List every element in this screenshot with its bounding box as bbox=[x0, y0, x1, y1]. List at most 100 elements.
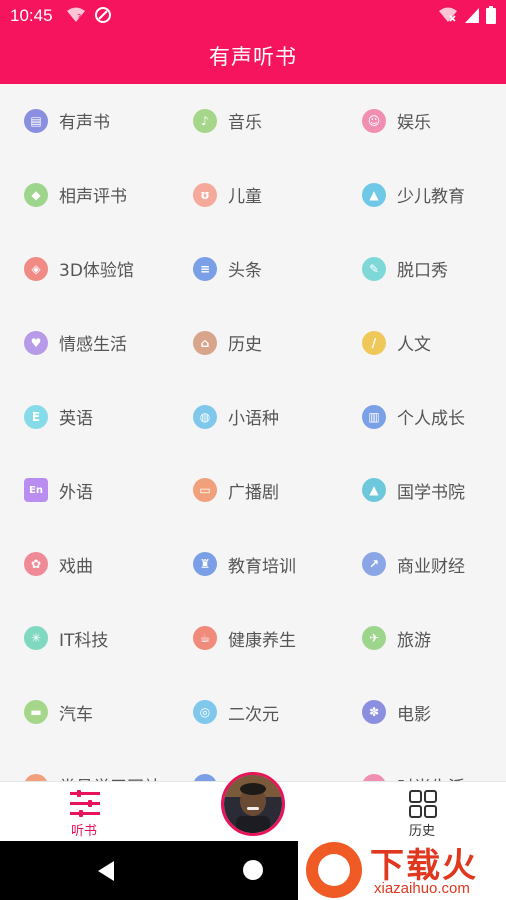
category-label: 人文 bbox=[397, 335, 431, 356]
category-item[interactable]: ♥ 情感生活 bbox=[0, 306, 169, 380]
wifi-off-icon bbox=[439, 7, 457, 22]
partial-icon bbox=[24, 773, 48, 781]
category-label: 历史 bbox=[228, 335, 262, 356]
category-item[interactable]: ↗ 商业财经 bbox=[338, 527, 506, 601]
back-icon[interactable] bbox=[96, 860, 116, 882]
radio-icon: ▭ bbox=[193, 478, 217, 503]
battery-icon bbox=[486, 6, 496, 24]
globe-icon: ◍ bbox=[193, 404, 217, 429]
opera-mask-icon: ✿ bbox=[24, 552, 48, 577]
heart-icon: ♥ bbox=[24, 330, 48, 355]
category-item[interactable]: E 英语 bbox=[0, 380, 169, 454]
airplane-icon: ✈ bbox=[362, 626, 386, 651]
category-label: 头条 bbox=[228, 261, 262, 282]
english-book-icon: E bbox=[24, 404, 48, 429]
category-item[interactable]: ✳ IT科技 bbox=[0, 601, 169, 675]
category-item[interactable]: ✎ 脱口秀 bbox=[338, 232, 506, 306]
finance-chart-icon: ↗ bbox=[362, 552, 386, 577]
category-item[interactable]: ◍ 小语种 bbox=[169, 380, 338, 454]
category-label: 常見学习网站 bbox=[59, 773, 161, 781]
category-item[interactable]: ◎ 二次元 bbox=[169, 675, 338, 749]
newspaper-icon: ≡ bbox=[193, 256, 217, 281]
category-label: 二次元 bbox=[228, 704, 279, 725]
tab-history[interactable]: 历史 bbox=[377, 782, 467, 842]
category-label: 健康养生 bbox=[228, 630, 296, 651]
equalizer-icon bbox=[70, 790, 100, 817]
category-item[interactable]: ▥ 个人成长 bbox=[338, 380, 506, 454]
category-label: 商业财经 bbox=[397, 556, 465, 577]
tab-listen[interactable]: 听书 bbox=[39, 782, 129, 842]
wifi-question-icon: ? bbox=[67, 7, 85, 22]
category-item[interactable]: ♪ 音乐 bbox=[169, 84, 338, 158]
category-label: 戏曲 bbox=[59, 556, 93, 577]
category-item[interactable]: ◈ 3D体验馆 bbox=[0, 232, 169, 306]
category-item[interactable]: ⌂ 历史 bbox=[169, 306, 338, 380]
category-item[interactable]: ▤ 有声书 bbox=[0, 84, 169, 158]
partial-icon bbox=[362, 773, 386, 781]
trophy-icon: ♜ bbox=[193, 552, 217, 577]
category-label: 娱乐 bbox=[397, 113, 431, 134]
home-icon[interactable] bbox=[243, 860, 263, 880]
graduation-cap-icon: ▲ bbox=[362, 478, 386, 503]
category-item[interactable]: ✽ 电影 bbox=[338, 675, 506, 749]
microphone-icon: ✎ bbox=[362, 256, 386, 281]
page-title: 有声听书 bbox=[209, 45, 297, 69]
film-reel-icon: ✽ bbox=[362, 700, 386, 725]
category-item[interactable]: ♜ 教育培训 bbox=[169, 527, 338, 601]
category-item[interactable]: ▬ 汽车 bbox=[0, 675, 169, 749]
category-item[interactable]: ◆ 相声评书 bbox=[0, 158, 169, 232]
category-scroll-area[interactable]: ▤ 有声书 ♪ 音乐 ☺ 娱乐 ◆ 相声评书 ʊ 儿童 ▲ 少儿教育 ◈ 3D体验馆 ≡ 头条 ✎ 脱口秀 ♥ 情感生… bbox=[0, 84, 506, 781]
grid-icon bbox=[409, 790, 437, 818]
category-item[interactable]: ▲ 国学书院 bbox=[338, 453, 506, 527]
download-circle-icon bbox=[318, 854, 350, 886]
category-label: 外语 bbox=[59, 482, 93, 503]
category-grid: ▤ 有声书 ♪ 音乐 ☺ 娱乐 ◆ 相声评书 ʊ 儿童 ▲ 少儿教育 ◈ 3D体验馆 ≡ 头条 ✎ 脱口秀 ♥ 情感生… bbox=[0, 84, 506, 781]
data-saver-icon bbox=[95, 7, 111, 23]
category-label: 音乐 bbox=[228, 113, 262, 134]
category-label: 时尚生活 bbox=[397, 773, 465, 781]
category-label: 国学书院 bbox=[397, 482, 465, 503]
watermark-logo: 下载火 xiazaihuo.com bbox=[298, 836, 506, 900]
category-item[interactable]: ʊ 儿童 bbox=[169, 158, 338, 232]
category-item[interactable]: ☕ 健康养生 bbox=[169, 601, 338, 675]
brush-icon: / bbox=[362, 330, 386, 355]
category-item[interactable]: 时尚生活 bbox=[338, 749, 506, 781]
category-label: 有声书 bbox=[59, 113, 110, 134]
status-system-icons bbox=[438, 6, 496, 24]
tab-listen-label: 听书 bbox=[70, 824, 97, 839]
category-item[interactable]: ≡ 头条 bbox=[169, 232, 338, 306]
speech-bubble-icon: ◆ bbox=[24, 182, 48, 207]
category-label: 少儿教育 bbox=[397, 187, 465, 208]
category-item[interactable]: ✿ 戏曲 bbox=[0, 527, 169, 601]
status-notification-icons: ? bbox=[66, 6, 112, 24]
category-label: 个人成长 bbox=[397, 409, 465, 429]
category-label: 脱口秀 bbox=[397, 261, 448, 282]
app-header: 有声听书 bbox=[0, 32, 506, 84]
temple-icon: ⌂ bbox=[193, 330, 217, 355]
category-item[interactable]: ☺ 娱乐 bbox=[338, 84, 506, 158]
category-item[interactable]: / 人文 bbox=[338, 306, 506, 380]
category-item[interactable]: ▭ 广播剧 bbox=[169, 453, 338, 527]
avatar bbox=[224, 775, 282, 833]
watermark-url: xiazaihuo.com bbox=[374, 880, 470, 897]
book-icon: ▤ bbox=[24, 108, 48, 133]
category-item[interactable]: En 外语 bbox=[0, 453, 169, 527]
gamepad-icon: ◎ bbox=[193, 700, 217, 725]
category-label: 相声评书 bbox=[59, 187, 127, 208]
category-label: 旅游 bbox=[397, 630, 431, 651]
car-icon: ▬ bbox=[24, 700, 48, 725]
category-label: 情感生活 bbox=[59, 335, 127, 356]
category-label: IT科技 bbox=[59, 630, 109, 651]
category-item[interactable]: ✈ 旅游 bbox=[338, 601, 506, 675]
status-time: 10:45 bbox=[10, 6, 53, 25]
category-item[interactable]: ▲ 少儿教育 bbox=[338, 158, 506, 232]
signal-icon bbox=[465, 8, 479, 23]
now-playing-avatar[interactable] bbox=[221, 772, 285, 836]
category-label: 汽车 bbox=[59, 704, 93, 725]
teacup-icon: ☕ bbox=[193, 626, 217, 651]
category-item[interactable]: 常見学习网站 bbox=[0, 749, 169, 781]
partial-icon bbox=[193, 773, 217, 781]
growth-chart-icon: ▥ bbox=[362, 404, 386, 429]
cube-icon: ◈ bbox=[24, 256, 48, 281]
category-label: 儿童 bbox=[228, 187, 262, 208]
